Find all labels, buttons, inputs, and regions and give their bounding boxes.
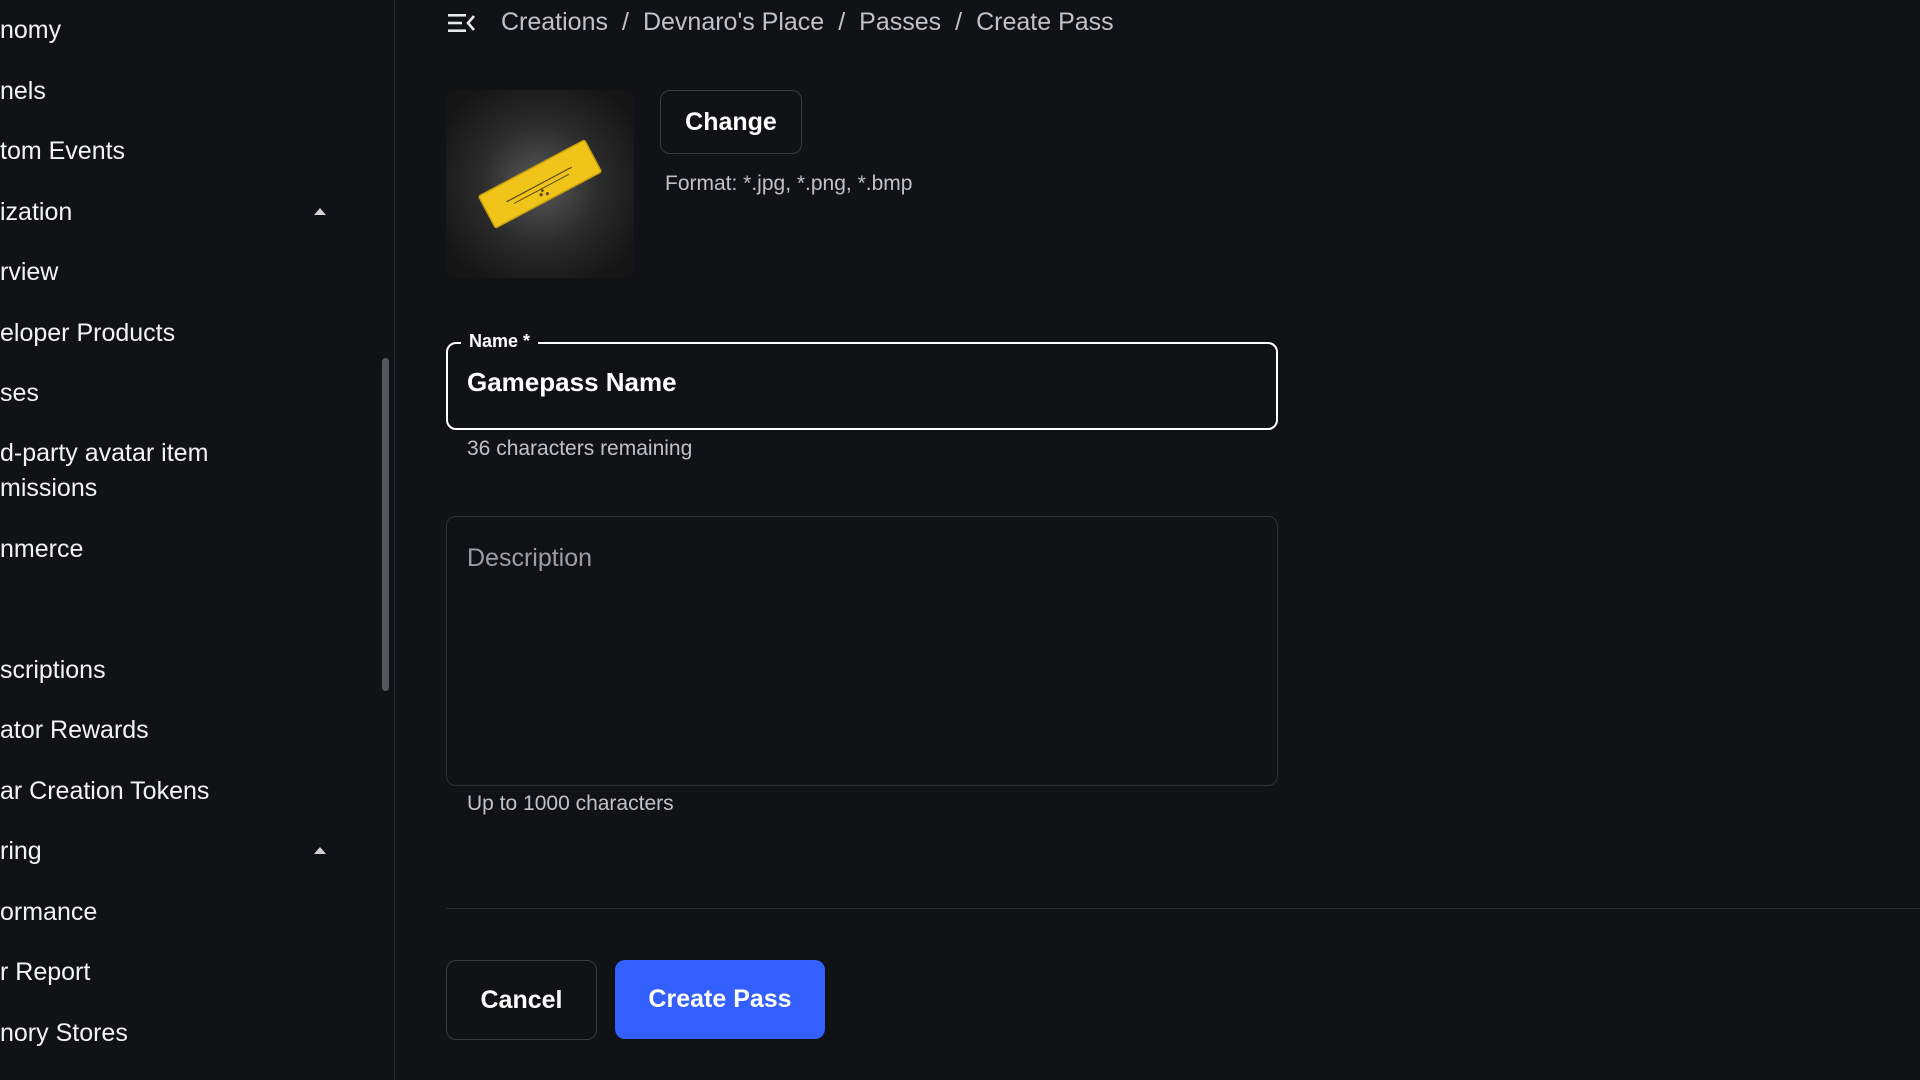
sidebar-item-creator-rewards[interactable]: ator Rewards: [0, 713, 149, 748]
breadcrumb-separator: /: [838, 8, 846, 36]
sidebar-item-economy[interactable]: nomy: [0, 13, 61, 48]
sidebar-item-commerce[interactable]: nmerce: [0, 532, 83, 567]
name-field-label: Name *: [461, 330, 539, 352]
breadcrumb-current: Create Pass: [976, 8, 1114, 36]
sidebar-item-monetization[interactable]: ization: [0, 195, 72, 230]
chevron-up-icon[interactable]: [314, 208, 326, 215]
sidebar-item-performance[interactable]: ormance: [0, 895, 97, 930]
cancel-button[interactable]: Cancel: [446, 960, 597, 1040]
breadcrumb-separator: /: [622, 8, 629, 36]
change-image-button[interactable]: Change: [660, 90, 802, 154]
breadcrumb: Creations / Devnaro's Place / Passes / C…: [501, 6, 1114, 38]
sidebar-item-subscriptions[interactable]: scriptions: [0, 653, 106, 688]
breadcrumb-passes[interactable]: Passes: [859, 6, 941, 38]
sidebar-item-third-party-avatar-cont[interactable]: missions: [0, 471, 97, 506]
format-hint: Format: *.jpg, *.png, *.bmp: [665, 172, 913, 195]
sidebar-item-memory-stores[interactable]: nory Stores: [0, 1016, 128, 1051]
breadcrumb-creations[interactable]: Creations: [501, 6, 608, 38]
sidebar-item-monitoring[interactable]: ring: [0, 834, 42, 869]
sidebar-item-developer-products[interactable]: eloper Products: [0, 316, 175, 351]
sidebar-item-passes[interactable]: ses: [0, 376, 39, 411]
sidebar-item-avatar-creation-tokens[interactable]: ar Creation Tokens: [0, 774, 209, 809]
breadcrumb-place[interactable]: Devnaro's Place: [643, 6, 824, 38]
chevron-up-icon[interactable]: [314, 847, 326, 854]
sidebar-item-funnels[interactable]: nels: [0, 74, 46, 109]
pass-thumbnail: [446, 90, 634, 278]
sidebar-item-custom-events[interactable]: tom Events: [0, 134, 125, 169]
sidebar-item-overview[interactable]: rview: [0, 255, 58, 290]
name-input[interactable]: Gamepass Name: [467, 367, 677, 398]
description-placeholder: Description: [467, 544, 593, 572]
description-char-limit: Up to 1000 characters: [467, 792, 674, 815]
sidebar-item-third-party-avatar[interactable]: d-party avatar item: [0, 436, 208, 471]
sidebar-scrollbar[interactable]: [382, 358, 389, 691]
name-char-count: 36 characters remaining: [467, 437, 693, 460]
breadcrumb-separator: /: [955, 8, 963, 36]
divider: [446, 908, 1920, 909]
menu-collapse-icon[interactable]: [448, 12, 476, 34]
create-pass-button[interactable]: Create Pass: [615, 960, 825, 1039]
sidebar: nomy nels tom Events ization rview elope…: [0, 0, 395, 1080]
golden-ticket-icon: [478, 139, 602, 229]
sidebar-item-error-report[interactable]: r Report: [0, 955, 90, 990]
